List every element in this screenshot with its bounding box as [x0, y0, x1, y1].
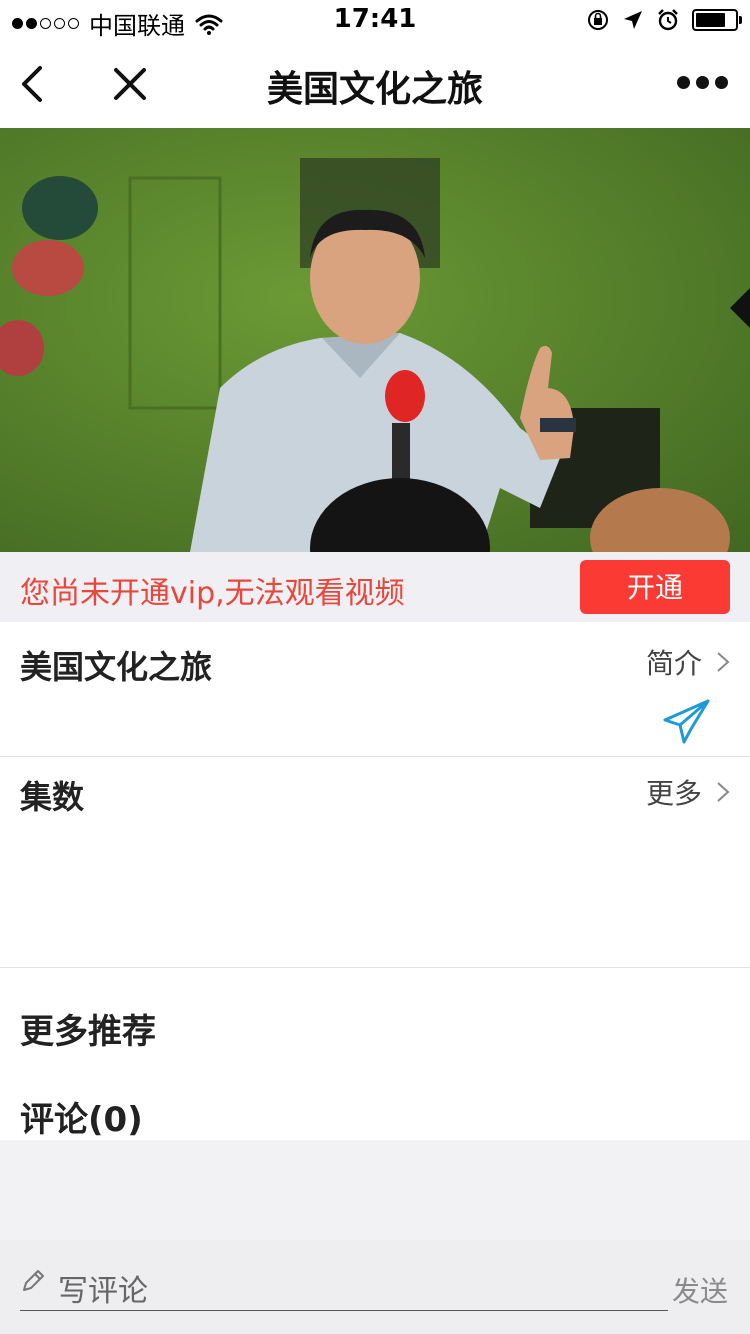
course-title: 美国文化之旅 [20, 648, 213, 686]
video-cover-image[interactable] [0, 128, 750, 552]
episodes-title: 集数 [20, 778, 85, 816]
page-title: 美国文化之旅 [266, 69, 483, 110]
intro-link[interactable]: 简介 [646, 642, 730, 682]
paper-plane-icon[interactable] [662, 698, 712, 746]
divider [0, 756, 750, 757]
more-dots-icon[interactable] [677, 76, 728, 89]
rotation-lock-icon [588, 10, 608, 30]
recommend-title: 更多推荐 [20, 1012, 156, 1052]
alarm-icon [658, 9, 678, 31]
intro-link-label: 简介 [645, 647, 702, 680]
open-vip-button[interactable]: 开通 [580, 560, 730, 614]
episodes-more-link[interactable]: 更多 [646, 772, 730, 812]
nav-bar: 美国文化之旅 [0, 40, 750, 128]
chevron-right-icon [717, 652, 730, 672]
status-bar: 中国联通 17:41 [0, 0, 750, 40]
battery-icon [692, 9, 742, 31]
send-button[interactable]: 发送 [672, 1270, 728, 1310]
divider [0, 967, 750, 968]
comment-input[interactable]: 写评论 [20, 1260, 668, 1311]
comment-placeholder: 写评论 [58, 1274, 148, 1309]
location-arrow-icon [624, 11, 642, 29]
speaker-photo [0, 128, 750, 552]
episodes-more-label: 更多 [645, 777, 702, 810]
pencil-icon [23, 1270, 44, 1291]
vip-notice-text: 您尚未开通vip,无法观看视频 [20, 576, 405, 611]
comments-title: 评论(0) [20, 1100, 143, 1140]
comment-bar: 写评论 发送 [0, 1240, 750, 1334]
vip-notice-bar: 您尚未开通vip,无法观看视频 开通 [0, 552, 750, 622]
chevron-right-icon [717, 782, 730, 802]
